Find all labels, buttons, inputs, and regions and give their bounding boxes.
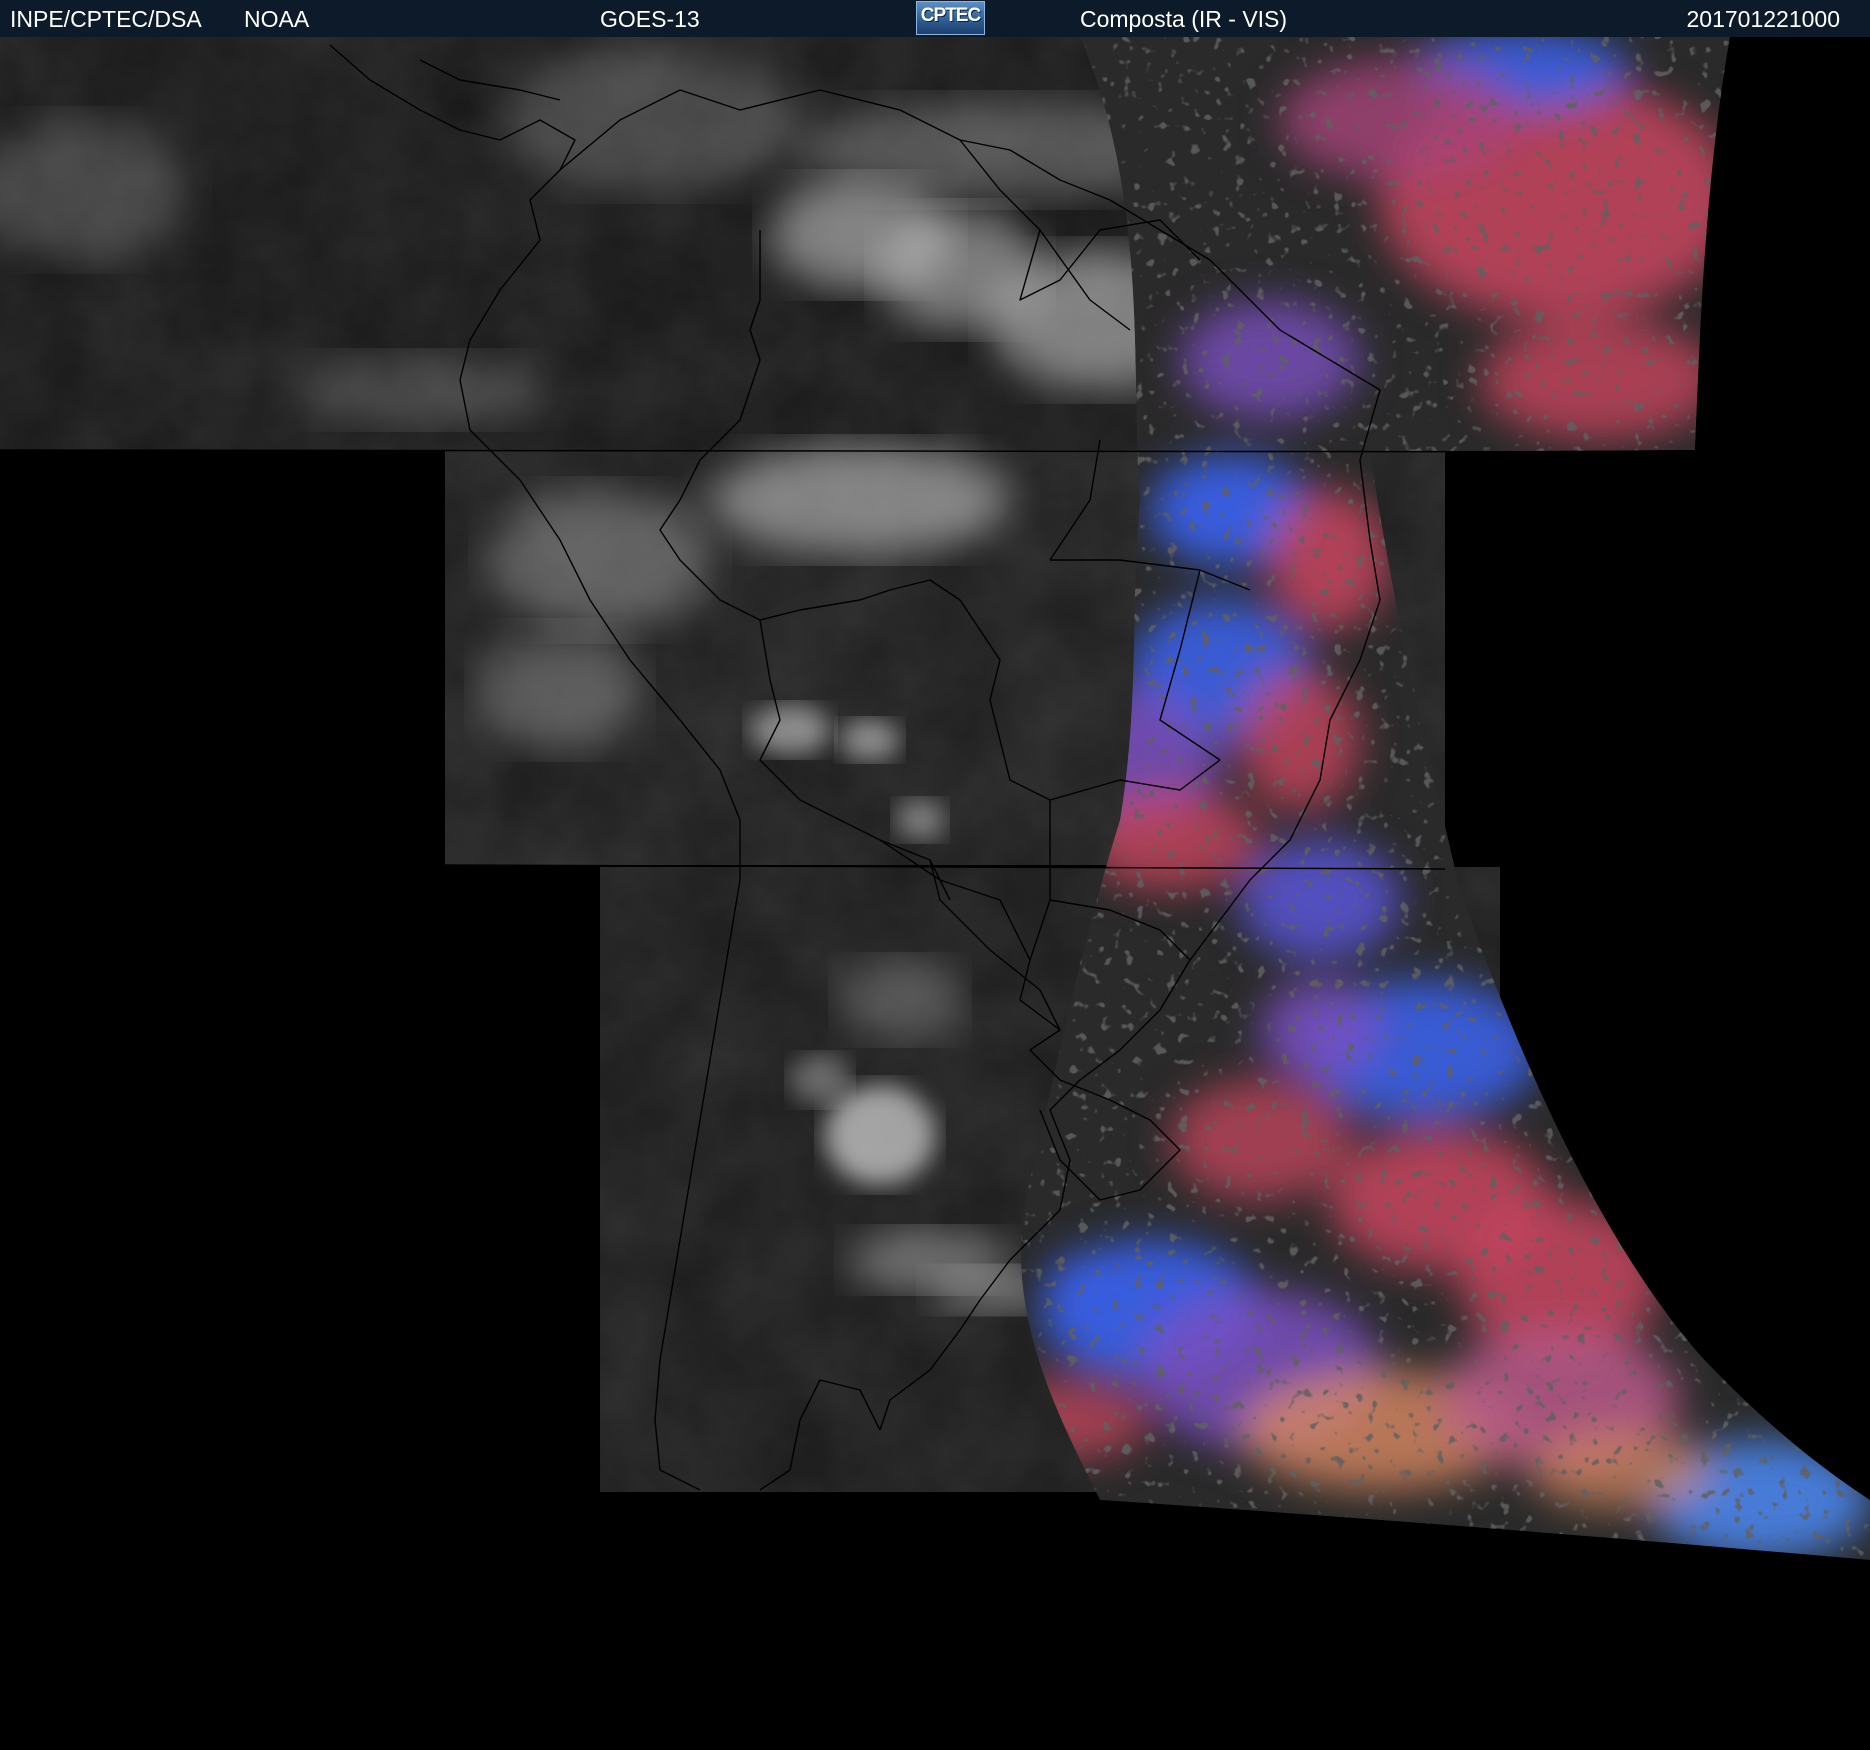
product-label: Composta (IR - VIS) xyxy=(1080,6,1288,32)
organization-label: INPE/CPTEC/DSA xyxy=(10,6,202,32)
agency-label: NOAA xyxy=(244,6,310,32)
cptec-logo-text: CPTEC xyxy=(920,5,981,26)
cptec-logo: CPTEC xyxy=(916,1,985,35)
image-header-bar: INPE/CPTEC/DSA NOAA GOES-13 CPTEC Compos… xyxy=(0,0,1870,38)
satellite-label: GOES-13 xyxy=(600,6,700,32)
satellite-composite-map xyxy=(0,37,1870,1750)
timestamp-label: 201701221000 xyxy=(1686,6,1841,32)
